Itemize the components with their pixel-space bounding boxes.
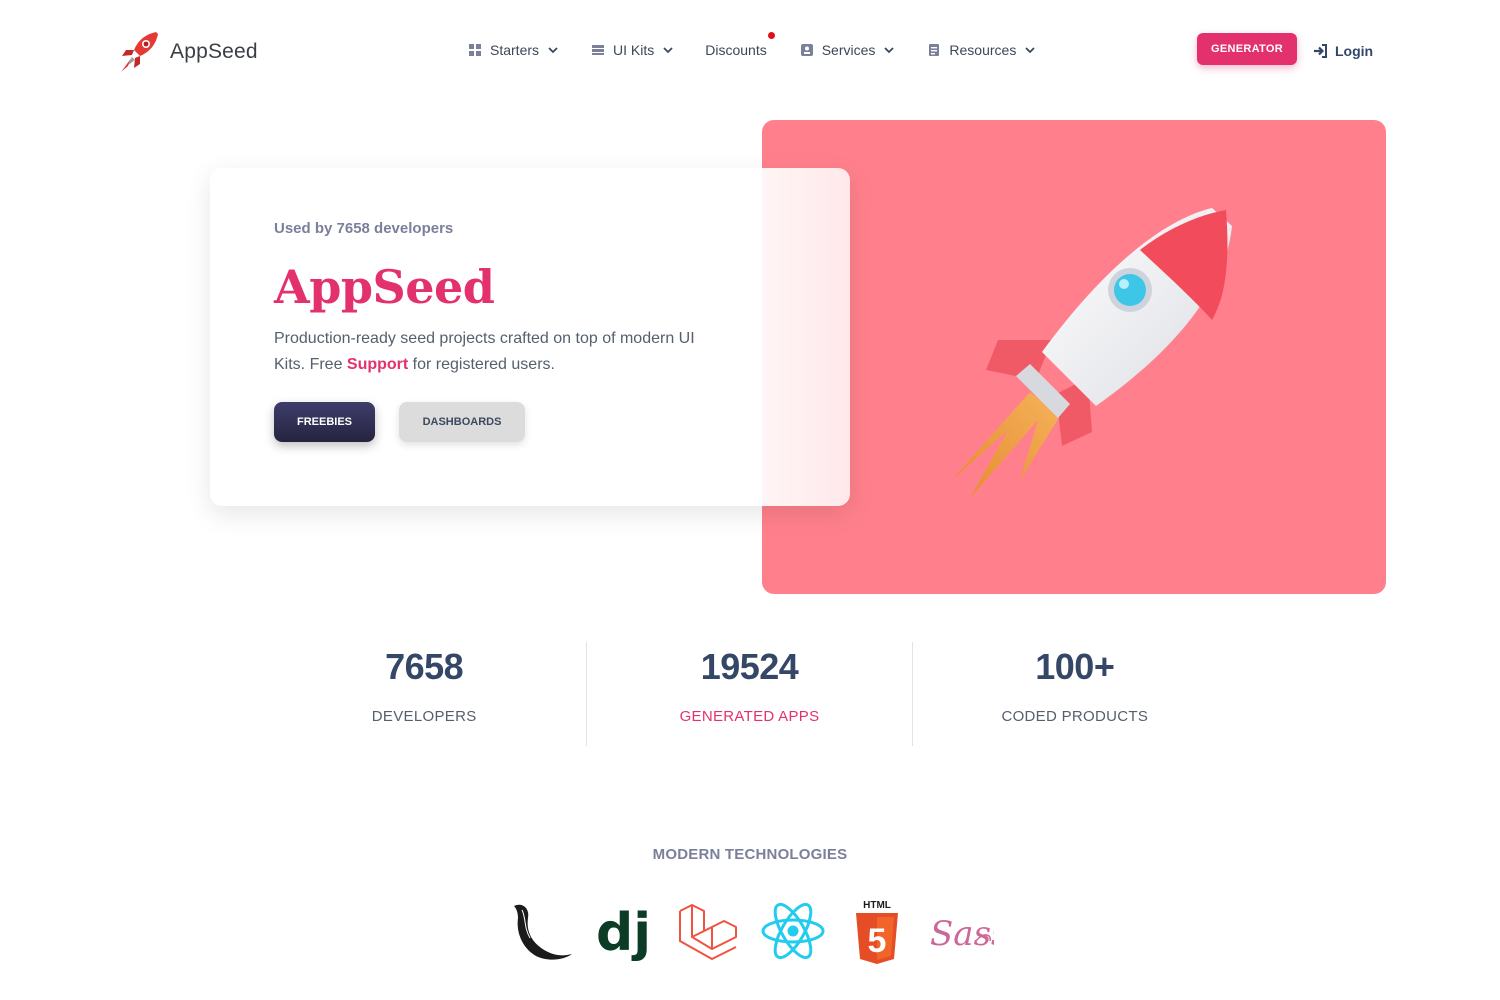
django-logo-text: dj (596, 903, 651, 963)
stat-value: 100+ (1035, 646, 1115, 687)
sass-logo: Sass (928, 896, 994, 966)
menu-resources[interactable]: Resources (927, 42, 1035, 58)
hero-image-panel (762, 120, 1386, 594)
hero-card: Used by 7658 developers AppSeed Producti… (210, 168, 850, 506)
menu-services[interactable]: Services (800, 42, 895, 58)
used-by-text: Used by 7658 developers (274, 220, 454, 237)
flask-logo (508, 896, 574, 966)
generator-button[interactable]: GENERATOR (1197, 33, 1297, 65)
grid-icon (469, 44, 481, 56)
menu-ui-kits-label: UI Kits (613, 42, 655, 58)
hero-description: Production-ready seed projects crafted o… (274, 326, 704, 378)
login-label: Login (1335, 43, 1374, 59)
menu-resources-label: Resources (949, 42, 1017, 58)
rocket-illustration (952, 208, 1232, 498)
menu-services-label: Services (821, 42, 876, 58)
dashboards-button[interactable]: DASHBOARDS (399, 402, 525, 442)
technology-logos: dj HTML 5 Sass (508, 896, 994, 966)
django-logo: dj (592, 896, 658, 966)
sass-logo-text: Sass (930, 914, 994, 954)
html5-logo-text: HTML (863, 900, 891, 911)
stat-label: CODED PRODUCTS (1001, 708, 1149, 725)
menu-discounts-label: Discounts (705, 42, 767, 58)
menu-starters-label: Starters (490, 42, 540, 58)
stat-developers: 7658 DEVELOPERS (262, 642, 586, 746)
menu-ui-kits[interactable]: UI Kits (591, 42, 673, 58)
chevron-down-icon (663, 46, 673, 53)
support-link[interactable]: Support (347, 356, 408, 373)
chevron-down-icon (1025, 46, 1035, 53)
stat-value: 19524 (700, 646, 799, 687)
stat-label: DEVELOPERS (371, 708, 477, 725)
sign-in-icon (1314, 44, 1327, 58)
laravel-logo (676, 896, 742, 966)
react-logo (760, 896, 826, 966)
stat-label: GENERATED APPS (679, 708, 820, 725)
rocket-logo-icon (121, 32, 158, 72)
brand-name: AppSeed (170, 40, 258, 63)
menu-starters[interactable]: Starters (468, 42, 558, 58)
freebies-button[interactable]: FREEBIES (274, 402, 375, 442)
hero-desc-tail: for registered users. (408, 356, 555, 373)
main-menu: Starters UI Kits Discounts Services Reso… (468, 32, 1068, 58)
html5-logo: HTML 5 (844, 896, 910, 966)
technologies-title: MODERN TECHNOLOGIES (652, 846, 848, 863)
stat-coded-products: 100+ CODED PRODUCTS (911, 642, 1237, 746)
top-navbar: AppSeed Starters UI Kits Discounts Servi… (0, 0, 1500, 100)
layers-icon (592, 45, 605, 55)
chevron-down-icon (548, 46, 558, 53)
html5-logo-digit: 5 (868, 922, 887, 960)
login-link[interactable]: Login (1313, 43, 1373, 59)
chevron-down-icon (884, 46, 895, 53)
badge-icon (800, 44, 813, 56)
hero-title: AppSeed (274, 260, 495, 314)
document-icon (929, 44, 940, 56)
brand-link[interactable]: AppSeed (118, 30, 258, 74)
stats-section: 7658 DEVELOPERS 19524 GENERATED APPS 100… (262, 642, 1237, 746)
stat-value: 7658 (385, 646, 464, 687)
stat-generated-apps: 19524 GENERATED APPS (586, 642, 911, 746)
menu-discounts[interactable]: Discounts (705, 32, 775, 58)
notification-dot (767, 32, 775, 39)
